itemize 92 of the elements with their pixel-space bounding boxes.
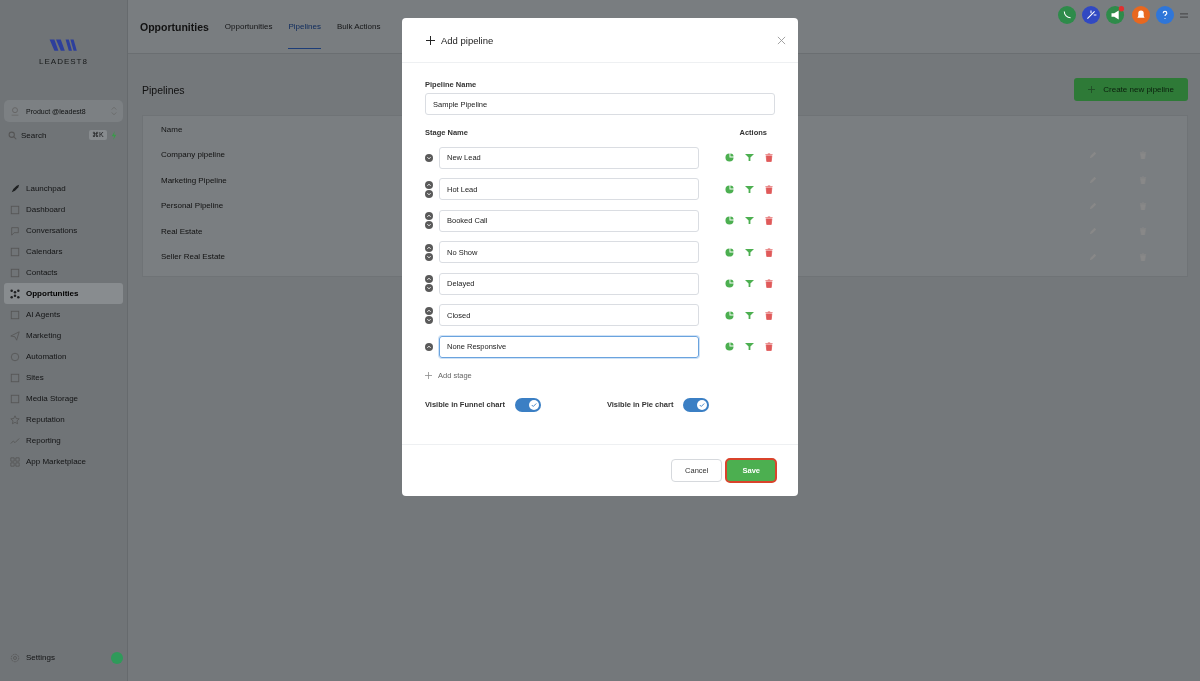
nav-icon <box>10 372 20 383</box>
trash-icon[interactable] <box>765 216 773 226</box>
sidebar-item[interactable]: Opportunities <box>4 283 123 304</box>
funnel-icon[interactable] <box>745 247 754 257</box>
move-down-icon[interactable] <box>425 221 433 230</box>
move-up-icon[interactable] <box>425 342 433 351</box>
move-down-icon[interactable] <box>425 189 433 198</box>
trash-icon[interactable] <box>765 279 773 289</box>
sidebar-item[interactable]: Calendars <box>4 241 123 262</box>
sidebar-item[interactable]: Reputation <box>4 409 123 430</box>
logo-icon <box>47 38 80 54</box>
sidebar-item[interactable]: Contacts <box>4 262 123 283</box>
location-icon <box>10 106 20 116</box>
pie-chart-icon[interactable] <box>725 153 734 163</box>
funnel-icon[interactable] <box>745 279 754 289</box>
pie-chart-icon[interactable] <box>725 342 734 352</box>
nav-icon <box>10 393 20 404</box>
nav-icon <box>10 267 20 278</box>
pie-chart-icon[interactable] <box>725 216 734 226</box>
settings-icon <box>10 652 20 663</box>
toggle-switch[interactable] <box>683 397 710 412</box>
sidebar-item[interactable]: App Marketplace <box>4 451 123 472</box>
dialog-title: Add pipeline <box>441 34 495 46</box>
plus-icon <box>425 371 432 379</box>
toggle-switch[interactable] <box>514 397 541 412</box>
nav-icon <box>10 414 20 425</box>
move-up-icon[interactable] <box>425 180 433 189</box>
column-header: Name <box>161 124 183 136</box>
move-up-icon[interactable] <box>425 306 433 315</box>
nav-icon <box>10 351 20 362</box>
brand-name: LEADEST8 <box>39 57 88 66</box>
tab[interactable]: Bulk Actions <box>336 4 381 49</box>
nav-icon <box>10 183 20 194</box>
menu-icon[interactable] <box>1180 12 1188 18</box>
pie-chart-icon[interactable] <box>725 310 734 320</box>
move-down-icon[interactable] <box>425 252 433 261</box>
page-section-title: Opportunities <box>140 20 209 33</box>
tab[interactable]: Pipelines <box>288 4 321 49</box>
table-cell: Seller Real Estate <box>161 252 226 262</box>
sidebar-item[interactable]: Dashboard <box>4 199 123 220</box>
nav-icon <box>10 225 20 236</box>
sidebar-item[interactable]: Reporting <box>4 430 123 451</box>
move-down-icon[interactable] <box>425 315 433 324</box>
megaphone-icon[interactable] <box>1106 6 1126 24</box>
nav-icon <box>10 204 20 215</box>
table-cell: Company pipeline <box>161 150 226 160</box>
trash-icon[interactable] <box>765 310 773 320</box>
funnel-icon[interactable] <box>745 342 754 352</box>
pie-chart-icon[interactable] <box>725 247 734 257</box>
nav-icon <box>10 309 20 320</box>
plus-icon <box>1088 86 1096 93</box>
create-pipeline-button[interactable]: Create new pipeline <box>1074 78 1188 101</box>
funnel-icon[interactable] <box>745 153 754 163</box>
trash-icon[interactable] <box>765 184 773 194</box>
bell-icon[interactable] <box>1132 6 1150 24</box>
close-icon[interactable] <box>777 35 786 45</box>
settings-item[interactable]: Settings <box>4 647 61 668</box>
sidebar-item[interactable]: Marketing <box>4 325 123 346</box>
sidebar-item[interactable]: AI Agents <box>4 304 123 325</box>
table-cell: Personal Pipeline <box>161 201 224 211</box>
funnel-icon[interactable] <box>745 216 754 226</box>
nav-icon <box>10 288 20 299</box>
sidebar-item[interactable]: Automation <box>4 346 123 367</box>
sidebar-item[interactable]: Launchpad <box>4 178 123 199</box>
funnel-icon[interactable] <box>745 310 754 320</box>
search-field[interactable]: Search <box>21 130 85 140</box>
trash-icon[interactable] <box>765 153 773 163</box>
trash-icon[interactable] <box>765 247 773 257</box>
move-up-icon[interactable] <box>425 212 433 221</box>
pie-chart-icon[interactable] <box>725 279 734 289</box>
page-title: Pipelines <box>142 83 185 96</box>
phone-icon[interactable] <box>1058 6 1076 24</box>
check-icon <box>530 401 537 408</box>
tab[interactable]: Opportunities <box>224 4 273 49</box>
pie-chart-icon[interactable] <box>725 184 734 194</box>
nav-icon <box>10 246 20 257</box>
check-icon <box>699 401 706 408</box>
move-down-icon[interactable] <box>425 153 433 162</box>
search-icon <box>8 130 17 140</box>
table-cell: Marketing Pipeline <box>161 175 227 185</box>
trash-icon[interactable] <box>765 342 773 352</box>
move-up-icon[interactable] <box>425 243 433 252</box>
move-down-icon[interactable] <box>425 284 433 293</box>
sidebar-item[interactable]: Conversations <box>4 220 123 241</box>
sidebar-item[interactable]: Media Storage <box>4 388 123 409</box>
plus-icon <box>426 35 435 45</box>
nav-icon <box>10 330 20 341</box>
sidebar-item[interactable]: Sites <box>4 367 123 388</box>
funnel-icon[interactable] <box>745 184 754 194</box>
table-cell: Real Estate <box>161 226 203 236</box>
help-icon[interactable] <box>1156 6 1174 24</box>
move-up-icon[interactable] <box>425 275 433 284</box>
